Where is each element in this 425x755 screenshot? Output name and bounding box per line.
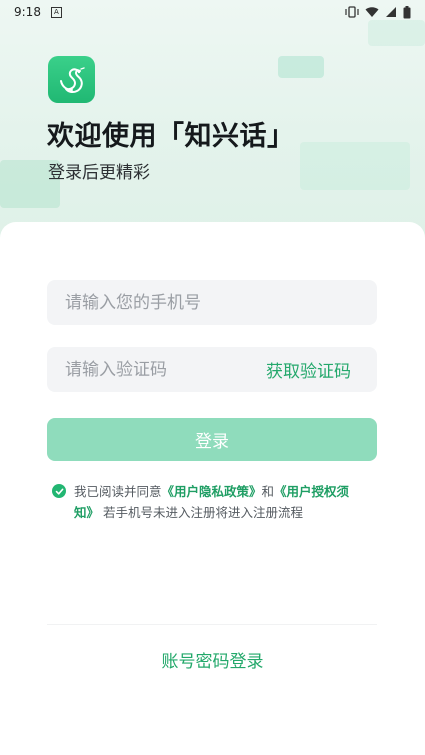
- agreement-checkbox[interactable]: [52, 484, 66, 498]
- signal-icon: [386, 7, 396, 17]
- agreement: 我已阅读并同意《用户隐私政策》和《用户授权须知》 若手机号未进入注册将进入注册流…: [52, 481, 372, 523]
- verification-code-input[interactable]: [63, 358, 266, 381]
- wifi-icon: [365, 7, 379, 17]
- agreement-suffix: 若手机号未进入注册将进入注册流程: [103, 505, 304, 520]
- privacy-policy-link[interactable]: 《用户隐私政策》: [162, 484, 262, 499]
- swan-icon: [59, 66, 85, 93]
- verification-code-field[interactable]: 获取验证码: [47, 347, 377, 392]
- decorative-shape: [278, 56, 324, 78]
- agreement-and: 和: [261, 484, 275, 499]
- decorative-shape: [300, 142, 410, 190]
- page-title: 欢迎使用「知兴话」: [47, 121, 295, 152]
- password-login-link[interactable]: 账号密码登录: [0, 647, 425, 672]
- page-subtitle: 登录后更精彩: [48, 163, 150, 183]
- status-bar: 9:18 A: [0, 0, 425, 24]
- divider: [47, 624, 377, 625]
- status-time: 9:18: [14, 5, 41, 19]
- app-logo: [48, 56, 95, 103]
- notification-icon: A: [50, 6, 62, 18]
- agreement-prefix: 我已阅读并同意: [74, 484, 162, 499]
- battery-icon: [403, 5, 411, 18]
- get-code-button[interactable]: 获取验证码: [266, 357, 351, 382]
- login-button[interactable]: 登录: [47, 418, 377, 461]
- phone-field[interactable]: [47, 280, 377, 325]
- vibrate-icon: [345, 6, 359, 18]
- check-icon: [55, 488, 63, 495]
- phone-input[interactable]: [63, 291, 361, 314]
